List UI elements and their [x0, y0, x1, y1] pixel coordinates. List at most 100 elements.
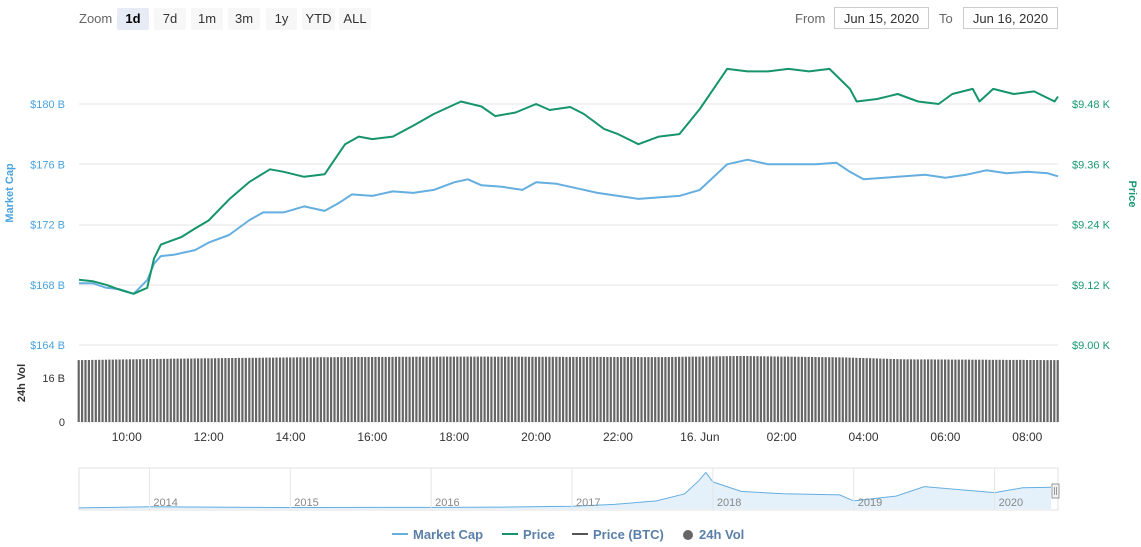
volume-bar — [265, 357, 268, 422]
volume-bar — [374, 356, 377, 422]
volume-bar — [565, 356, 568, 422]
volume-bar — [896, 359, 899, 422]
volume-bar — [1046, 360, 1049, 422]
volume-bar — [695, 356, 698, 422]
legend-item-price-btc[interactable]: Price (BTC) — [572, 527, 664, 542]
price-chart: $164 B $168 B $172 B $176 B $180 B $9.00 K $9.… — [4, 67, 1138, 511]
volume-bar — [886, 358, 889, 422]
volume-bar — [1015, 359, 1018, 422]
y-right-tick-label: $9.36 K — [1072, 159, 1111, 171]
volume-bar — [115, 359, 118, 422]
volume-bar — [1005, 359, 1008, 422]
volume-bar — [261, 357, 264, 422]
volume-bar — [691, 356, 694, 422]
navigator-tick-label: 2014 — [153, 497, 177, 509]
volume-bar — [401, 356, 404, 422]
volume-bar — [77, 360, 80, 422]
volume-bar — [330, 357, 333, 422]
volume-bar — [701, 356, 704, 422]
volume-bar — [715, 356, 718, 422]
volume-bar — [190, 358, 193, 422]
volume-bar — [200, 358, 203, 422]
volume-bar — [858, 357, 861, 422]
volume-bar — [411, 356, 415, 422]
volume-bar — [439, 356, 442, 422]
volume-bar — [667, 357, 670, 422]
volume-bar — [592, 356, 595, 422]
volume-bar — [292, 357, 295, 422]
volume-bar — [817, 357, 820, 422]
volume-bar — [841, 357, 844, 422]
volume-bar — [681, 356, 684, 422]
volume-bar — [299, 357, 302, 422]
volume-bar — [480, 356, 483, 422]
volume-bar — [135, 359, 138, 422]
volume-bar — [626, 357, 629, 422]
x-tick-label: 22:00 — [603, 430, 633, 444]
legend-label: Price (BTC) — [593, 527, 664, 542]
volume-bar — [538, 356, 541, 422]
volume-bar — [81, 360, 84, 422]
volume-bar — [510, 356, 513, 422]
volume-bar — [933, 359, 936, 422]
volume-bar — [882, 358, 885, 422]
volume-bar — [309, 357, 312, 422]
volume-bar — [388, 356, 391, 422]
volume-bar — [947, 359, 950, 422]
navigator-handle[interactable] — [1051, 483, 1060, 499]
volume-bar — [606, 357, 609, 422]
volume-bar — [674, 356, 677, 422]
volume-bar — [111, 359, 114, 422]
y-right-tick-label: $9.48 K — [1072, 99, 1111, 111]
volume-bar — [145, 359, 148, 422]
volume-bar — [541, 356, 544, 422]
volume-bar — [415, 356, 418, 422]
volume-bar — [316, 357, 319, 422]
volume-bar — [800, 356, 803, 422]
volume-bar — [466, 356, 469, 422]
volume-bar — [909, 359, 913, 422]
volume-bar — [169, 358, 172, 422]
volume-bar — [428, 356, 432, 422]
x-tick-label: 02:00 — [767, 430, 797, 444]
volume-bar — [660, 357, 664, 422]
volume-bar — [913, 359, 916, 422]
volume-tick-label: 0 — [59, 417, 65, 429]
volume-bar — [162, 358, 166, 422]
volume-bar — [241, 357, 244, 422]
legend-item-price[interactable]: Price — [502, 527, 555, 542]
volume-bar — [1043, 360, 1046, 422]
navigator-tick-label: 2019 — [858, 497, 882, 509]
volume-bar — [609, 357, 612, 422]
volume-bar — [579, 356, 582, 422]
volume-bar — [1012, 359, 1015, 422]
volume-bar — [616, 357, 619, 422]
volume-bar — [173, 358, 176, 422]
legend-label: Market Cap — [413, 527, 484, 542]
navigator-tick-label: 2016 — [435, 497, 459, 509]
legend-line-icon — [392, 533, 408, 535]
volume-bar — [698, 356, 701, 422]
volume-bar — [650, 357, 653, 422]
volume-bar — [1025, 360, 1029, 422]
y-left-tick-label: $164 B — [30, 340, 65, 352]
y-left-tick-label: $176 B — [30, 159, 65, 171]
volume-bar — [295, 357, 299, 422]
legend-item-24h-vol[interactable]: 24h Vol — [683, 527, 744, 542]
volume-bar — [804, 356, 807, 422]
volume-bar — [834, 357, 838, 422]
volume-bar — [473, 356, 476, 422]
volume-bar — [493, 356, 496, 422]
volume-bar — [671, 356, 674, 422]
volume-bar — [637, 357, 640, 422]
legend-item-market-cap[interactable]: Market Cap — [392, 527, 483, 542]
volume-bar — [282, 357, 285, 422]
volume-bar — [862, 358, 865, 422]
volume-bar — [408, 356, 411, 422]
volume-bar — [507, 356, 510, 422]
volume-bar — [879, 358, 882, 422]
volume-bar — [640, 357, 643, 422]
x-tick-label: 10:00 — [112, 430, 142, 444]
volume-bar — [599, 356, 602, 422]
volume-bar — [142, 359, 145, 422]
